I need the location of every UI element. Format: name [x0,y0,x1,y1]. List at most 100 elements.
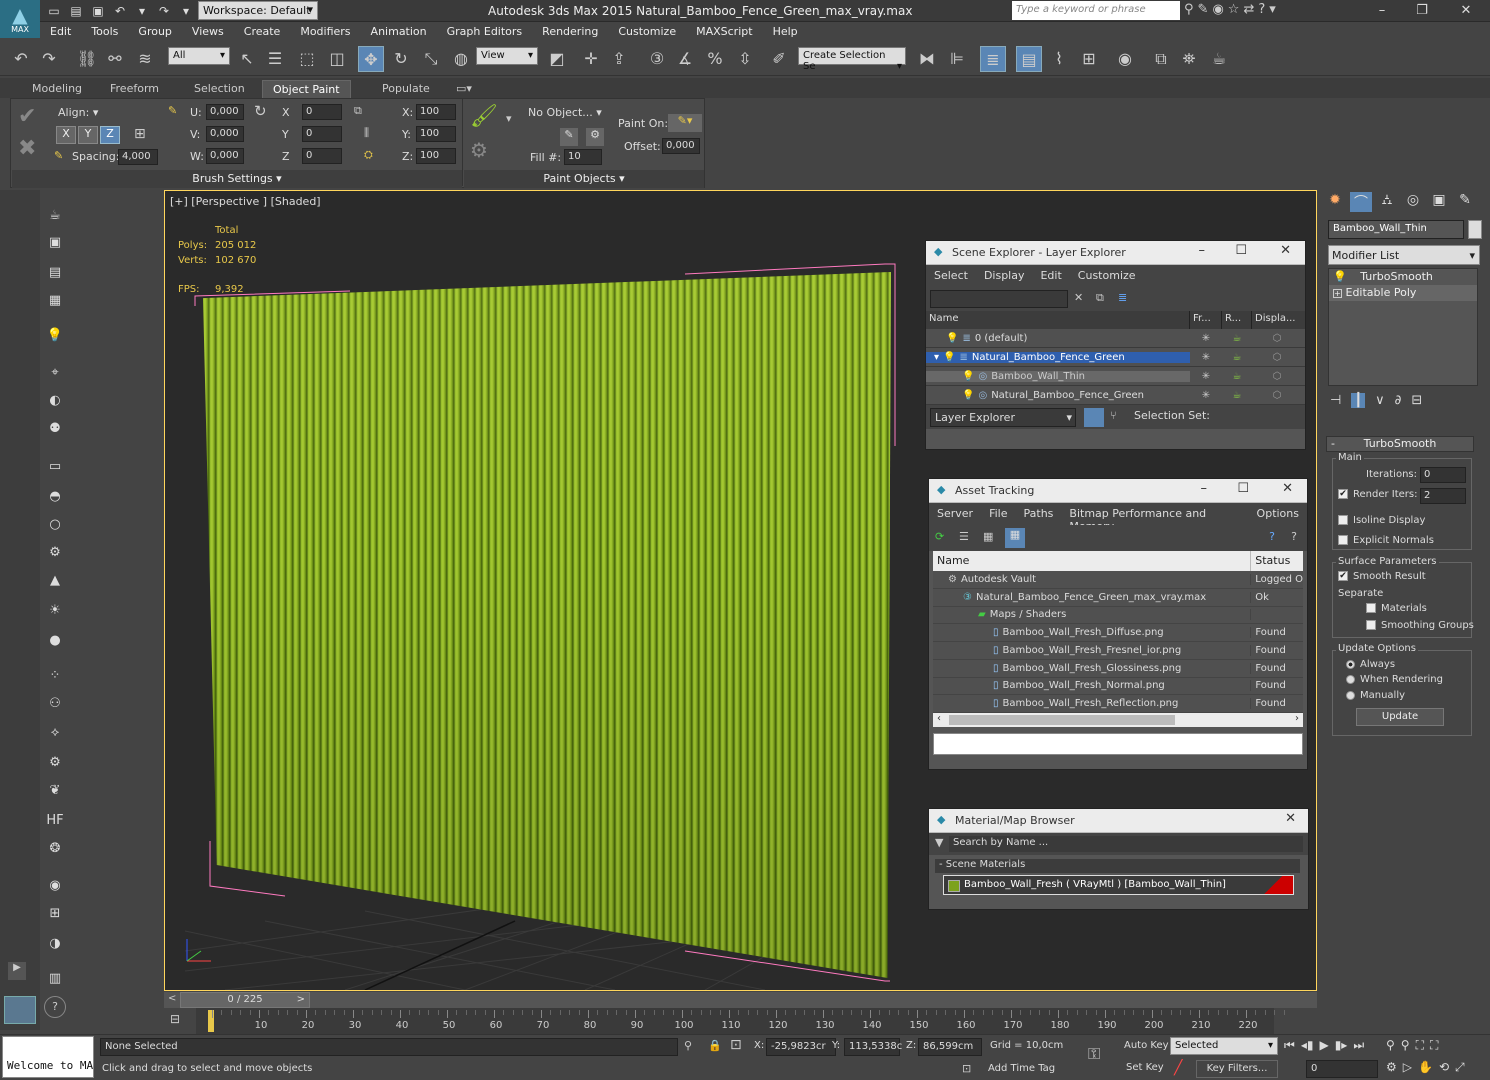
reference-coordinate-dropdown[interactable]: View ▾ [476,47,538,65]
minimize-icon[interactable]: – [1364,0,1400,22]
clear-search-icon[interactable]: ✕ [1074,291,1083,304]
snaps-toggle-icon[interactable]: ③ [644,46,670,72]
asset-row[interactable]: ▯ Bamboo_Wall_Fresh_Diffuse.png Found [933,624,1303,642]
freeze-icon[interactable]: ✳ [1190,390,1222,401]
cone-icon[interactable]: ▲ [44,570,66,592]
at-menu-options[interactable]: Options [1249,503,1307,525]
brush-settings-dropdown[interactable]: Brush Settings ▾ [12,170,462,188]
material-editor-icon[interactable]: ◉ [1112,46,1138,72]
menu-tools[interactable]: Tools [81,22,128,42]
always-radio[interactable]: Always [1346,659,1395,670]
maximize-icon[interactable]: ☐ [1235,243,1247,258]
go-to-end-icon[interactable]: ⏭ [1353,1038,1364,1053]
col-name[interactable]: Name [926,311,1190,329]
absolute-mode-icon[interactable]: ⊡ [730,1037,742,1053]
axis-x-button[interactable]: X [56,126,76,144]
lightbulb-icon[interactable]: 💡 [943,352,955,363]
menu-help[interactable]: Help [763,22,808,42]
bind-space-warp-icon[interactable]: ≋ [132,46,158,72]
asset-horizontal-scrollbar[interactable]: ‹ › [933,713,1303,727]
asset-row[interactable]: ▯ Bamboo_Wall_Fresh_Normal.png Found [933,678,1303,696]
teapot-primitive-icon[interactable]: ⚙ [44,542,66,564]
tab-selection[interactable]: Selection [184,80,255,98]
time-slider-thumb[interactable]: 0 / 225 > [180,992,310,1008]
place-icon[interactable]: ◍ [448,46,474,72]
axis-z-button[interactable]: Z [100,126,120,144]
material-browser-titlebar[interactable]: ◆ Material/Map Browser ✕ [929,809,1308,833]
isolate-icon[interactable]: ⚲ [684,1039,692,1052]
user-icon[interactable]: ◉ [1212,2,1223,17]
asset-row[interactable]: ▯ Bamboo_Wall_Fresh_Glossiness.png Found [933,660,1303,678]
time-tag-icon[interactable]: ⊡ [962,1062,971,1075]
at-menu-bitmap-performance-and-memory[interactable]: Bitmap Performance and Memory [1061,503,1248,533]
minimize-icon[interactable]: – [1199,243,1206,258]
menu-graph-editors[interactable]: Graph Editors [437,22,533,42]
material-search-input[interactable]: Search by Name ... [949,836,1303,852]
close-icon[interactable]: ✕ [1285,811,1296,826]
maxscript-listener[interactable]: Welcome to MA [2,1036,94,1078]
layer-stack-icon[interactable]: ≣ [1118,291,1127,304]
paint-brush-icon[interactable]: 🖌 [470,104,498,129]
render-icon[interactable]: ☕ [1222,333,1252,344]
layer-name-cell[interactable]: 💡 ≣ 0 (default) [926,333,1190,344]
menu-create[interactable]: Create [234,22,291,42]
layers-icon[interactable]: ▦ [44,290,66,312]
display-icon[interactable]: ⬡ [1252,371,1302,382]
gear-icon[interactable]: ⚙ [44,752,66,774]
z-coord-field[interactable]: 86,599cm [918,1038,982,1056]
se-menu-select[interactable]: Select [926,265,976,287]
help-icon[interactable]: ? [1269,530,1275,543]
scene-explorer-search[interactable] [930,290,1068,308]
help-alt-icon[interactable]: ? [1291,530,1297,543]
se-menu-edit[interactable]: Edit [1032,265,1069,287]
menu-views[interactable]: Views [182,22,234,42]
layer-row[interactable]: 💡 ◎ Natural_Bamboo_Fence_Green ✳ ☕ ⬡ [926,386,1305,405]
remove-modifier-icon[interactable]: ∂ [1395,393,1402,408]
tab-object-paint[interactable]: Object Paint [262,80,351,98]
layer-name-cell[interactable]: 💡 ◎ Natural_Bamboo_Fence_Green [926,390,1190,401]
tab-freeform[interactable]: Freeform [100,80,169,98]
smoothing-groups-checkbox[interactable]: Smoothing Groups [1366,620,1474,631]
search-input[interactable]: Type a keyword or phrase [1012,1,1180,20]
selection-lock-icon[interactable]: 🔒 [708,1039,722,1052]
tab-populate[interactable]: Populate [372,80,440,98]
edit-named-selection-icon[interactable]: ✐ [766,46,792,72]
when-rendering-radio[interactable]: When Rendering [1346,674,1443,685]
lightbulb-icon[interactable]: 💡 [946,333,958,344]
zoom-extents-icon[interactable]: ⛶ [1416,1038,1424,1053]
menu-rendering[interactable]: Rendering [532,22,608,42]
blue-sphere-icon[interactable]: ◉ [44,875,66,897]
scale-x-spinner[interactable]: 100 [416,104,456,120]
particles-icon[interactable]: ⁘ [44,665,66,687]
redo-icon[interactable]: ↷ [36,46,62,72]
window-crossing-icon[interactable]: ◫ [324,46,350,72]
rendered-frame-window-icon[interactable]: ⛯ [1176,46,1202,72]
zoom-icon[interactable]: ⚲ [1386,1038,1395,1053]
object-name-field[interactable]: Bamboo_Wall_Thin [1328,220,1464,239]
collapse-arrow-icon[interactable]: ▾ [934,352,939,363]
at-menu-file[interactable]: File [981,503,1015,525]
exchange-icon[interactable]: ⇄ [1243,2,1254,17]
rotate-x-spinner[interactable]: 0 [302,104,342,120]
key-selection-dropdown[interactable]: Selected ▾ [1170,1037,1278,1055]
asset-tracking-titlebar[interactable]: ◆ Asset Tracking – ☐ ✕ [929,479,1307,503]
lightbulb-icon[interactable]: 💡 [962,390,974,401]
open-file-icon[interactable]: ▤ [66,2,86,20]
show-end-result-icon[interactable]: ┃ [1351,393,1366,408]
stack-item-turbosmooth[interactable]: 💡 TurboSmooth [1329,269,1477,285]
menu-animation[interactable]: Animation [361,22,437,42]
rotate-icon[interactable]: ↻ [254,102,267,120]
add-time-tag[interactable]: Add Time Tag [988,1063,1055,1074]
workspace-dropdown[interactable]: Workspace: Default ▾ [198,1,318,20]
set-key-icon[interactable]: ╱ [1174,1060,1182,1076]
rotate-z-spinner[interactable]: 0 [302,148,342,164]
modifier-list-dropdown[interactable]: Modifier List ▾ [1328,245,1480,265]
time-config-icon[interactable]: ⚙ [1386,1060,1397,1075]
lightbulb-icon[interactable]: 💡 [1333,270,1347,283]
close-icon[interactable]: ✕ [1280,243,1291,258]
orbit-icon[interactable]: ⟲ [1439,1060,1449,1075]
update-button[interactable]: Update [1356,708,1444,726]
help-dropdown-icon[interactable]: ▾ [1269,2,1276,17]
modify-tab-icon[interactable]: ⌒ [1350,192,1372,212]
geosphere-icon[interactable]: ● [44,630,66,652]
